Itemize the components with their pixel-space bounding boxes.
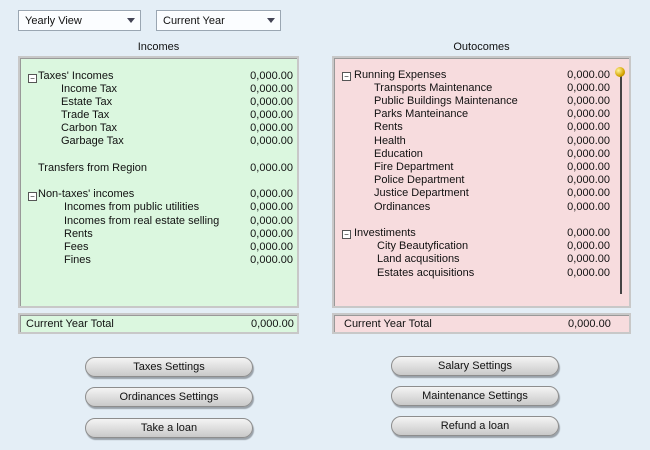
row-value: 0,000.00: [567, 161, 610, 173]
maintenance-settings-button[interactable]: Maintenance Settings: [391, 386, 559, 406]
chevron-down-icon: [267, 18, 275, 23]
total-value: 0,000.00: [251, 318, 294, 330]
collapse-icon[interactable]: −: [28, 74, 37, 83]
total-label: Current Year Total: [344, 318, 432, 330]
row-label: Ordinances: [374, 201, 431, 213]
refund-loan-button[interactable]: Refund a loan: [391, 416, 559, 436]
row-label: Transfers from Region: [38, 162, 148, 174]
row-label: Justice Department: [374, 187, 469, 199]
row-value: 0,000.00: [567, 135, 610, 147]
row-label: Estate Tax: [61, 96, 113, 108]
row-label: Parks Manteinance: [374, 108, 469, 120]
row-label: Fines: [64, 254, 91, 266]
collapse-icon[interactable]: −: [342, 72, 351, 81]
ordinances-settings-button[interactable]: Ordinances Settings: [85, 387, 253, 407]
view-select[interactable]: Yearly View: [18, 10, 141, 31]
row-label: Rents: [64, 228, 93, 240]
row-value: 0,000.00: [250, 254, 293, 266]
row-value: 0,000.00: [567, 69, 610, 81]
incomes-panel: − Taxes' Incomes 0,000.00 Income Tax 0,0…: [18, 56, 299, 308]
row-label: Rents: [374, 121, 403, 133]
row-value: 0,000.00: [567, 267, 610, 279]
period-select-value: Current Year: [163, 14, 225, 27]
row-value: 0,000.00: [567, 148, 610, 160]
scrollbar-track[interactable]: [620, 72, 622, 294]
row-label: Non-taxes' incomes: [38, 188, 135, 200]
row-label: Police Department: [374, 174, 465, 186]
row-label: Fire Department: [374, 161, 454, 173]
incomes-total: Current Year Total 0,000.00: [18, 313, 299, 334]
row-value: 0,000.00: [567, 174, 610, 186]
row-value: 0,000.00: [567, 95, 610, 107]
row-value: 0,000.00: [567, 108, 610, 120]
row-value: 0,000.00: [250, 215, 293, 227]
row-value: 0,000.00: [567, 187, 610, 199]
chevron-down-icon: [127, 18, 135, 23]
row-label: Land acqusitions: [377, 253, 460, 265]
row-value: 0,000.00: [250, 122, 293, 134]
take-loan-button[interactable]: Take a loan: [85, 418, 253, 438]
row-value: 0,000.00: [250, 188, 293, 200]
row-value: 0,000.00: [567, 82, 610, 94]
row-value: 0,000.00: [250, 228, 293, 240]
total-label: Current Year Total: [26, 318, 114, 330]
view-select-value: Yearly View: [25, 14, 82, 27]
row-value: 0,000.00: [250, 241, 293, 253]
salary-settings-button[interactable]: Salary Settings: [391, 356, 559, 376]
outcomes-panel: − Running Expenses 0,000.00 Transports M…: [332, 56, 631, 308]
row-label: Taxes' Incomes: [38, 70, 114, 82]
row-label: City Beautyfication: [377, 240, 469, 252]
row-value: 0,000.00: [250, 83, 293, 95]
row-label: Trade Tax: [61, 109, 110, 121]
row-value: 0,000.00: [567, 121, 610, 133]
row-label: Investiments: [354, 227, 416, 239]
row-value: 0,000.00: [250, 135, 293, 147]
row-value: 0,000.00: [567, 240, 610, 252]
scrollbar-thumb[interactable]: [615, 67, 625, 77]
taxes-settings-button[interactable]: Taxes Settings: [85, 357, 253, 377]
row-label: Incomes from public utilities: [64, 201, 200, 213]
row-label: Estates acquisitions: [377, 267, 475, 279]
row-label: Incomes from real estate selling: [64, 215, 220, 227]
outcomes-title: Outocomes: [453, 41, 510, 53]
collapse-icon[interactable]: −: [28, 192, 37, 201]
total-value: 0,000.00: [568, 318, 611, 330]
row-label: Carbon Tax: [61, 122, 118, 134]
row-label: Fees: [64, 241, 89, 253]
row-label: Income Tax: [61, 83, 118, 95]
incomes-title: Incomes: [137, 41, 180, 53]
row-value: 0,000.00: [250, 70, 293, 82]
row-label: Public Buildings Maintenance: [374, 95, 518, 107]
row-value: 0,000.00: [567, 253, 610, 265]
row-value: 0,000.00: [250, 96, 293, 108]
row-value: 0,000.00: [250, 162, 293, 174]
row-label: Transports Maintenance: [374, 82, 493, 94]
row-label: Garbage Tax: [61, 135, 124, 147]
outcomes-total: Current Year Total 0,000.00: [332, 313, 631, 334]
row-label: Running Expenses: [354, 69, 447, 81]
row-label: Health: [374, 135, 406, 147]
period-select[interactable]: Current Year: [156, 10, 281, 31]
row-value: 0,000.00: [567, 201, 610, 213]
row-value: 0,000.00: [250, 109, 293, 121]
collapse-icon[interactable]: −: [342, 230, 351, 239]
row-label: Education: [374, 148, 423, 160]
row-value: 0,000.00: [250, 201, 293, 213]
row-value: 0,000.00: [567, 227, 610, 239]
